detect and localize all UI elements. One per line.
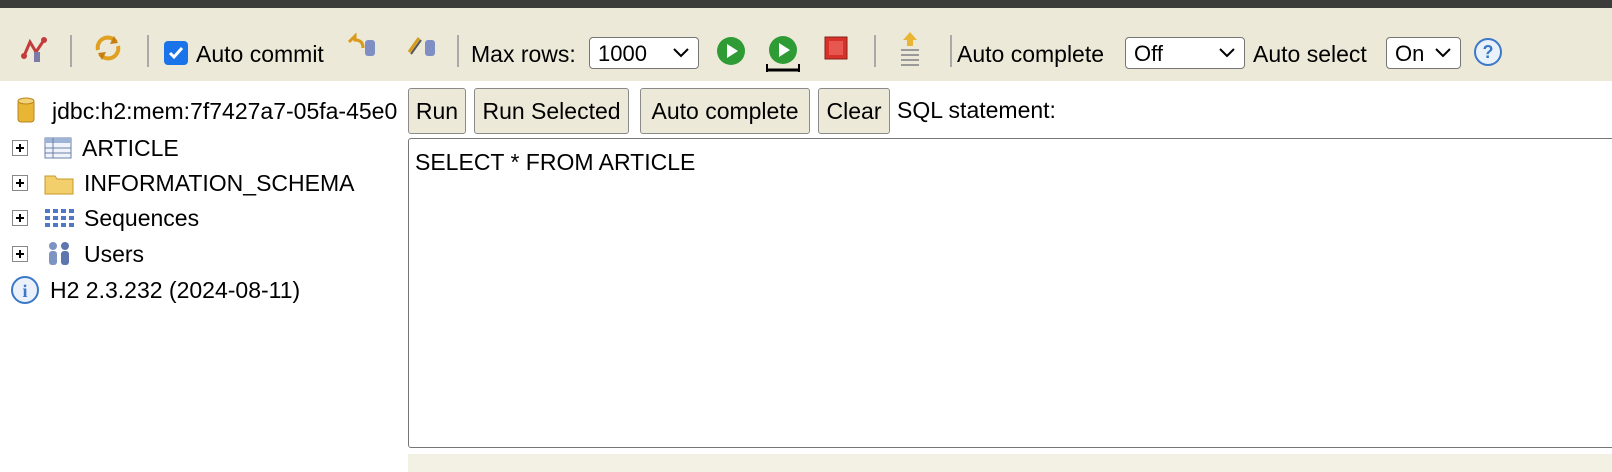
auto-complete-select[interactable]: Off [1125,37,1245,69]
max-rows-value: 1000 [598,41,647,66]
max-rows-label: Max rows: [471,41,576,67]
toolbar: Auto commit Max rows: 1000 Auto complete… [0,8,1612,81]
users-icon [49,242,69,265]
expand-icon[interactable] [12,246,28,262]
schema-tree: jdbc:h2:mem:7f7427a7-05fa-45e0 ARTICLE I… [0,81,400,472]
auto-complete-button[interactable]: Auto complete [640,88,810,134]
chevron-down-icon [673,48,689,58]
chevron-down-icon [1219,48,1235,58]
max-rows-select[interactable]: 1000 [589,37,699,69]
info-icon: i [11,276,39,304]
auto-select-label: Auto select [1253,41,1367,67]
database-icon [17,97,35,123]
folder-icon [44,175,74,195]
sql-editor[interactable]: SELECT * FROM ARTICLE [408,138,1612,448]
tree-connection[interactable]: jdbc:h2:mem:7f7427a7-05fa-45e0 [14,95,397,127]
version-label: H2 2.3.232 (2024-08-11) [50,276,301,303]
auto-select-select[interactable]: On [1386,37,1461,69]
sql-statement-label: SQL statement: [897,97,1056,123]
toolbar-separator [147,35,149,67]
tree-item-label: Users [84,240,145,267]
expand-icon[interactable] [12,140,28,156]
svg-text:?: ? [1483,42,1494,62]
svg-text:i: i [22,281,27,301]
result-area [408,454,1612,472]
run-button[interactable]: Run [408,88,466,134]
toolbar-separator [457,35,459,67]
run-icon[interactable] [714,34,748,68]
tree-item-sequences[interactable]: Sequences [12,202,199,234]
auto-commit-checkbox[interactable] [164,41,188,65]
window-top-strip [0,0,1612,8]
run-selected-button[interactable]: Run Selected [474,88,629,134]
auto-complete-label: Auto complete [957,41,1105,67]
clear-button[interactable]: Clear [818,88,890,134]
tree-item-label: ARTICLE [82,134,179,161]
rollback-icon[interactable] [344,30,380,66]
history-icon[interactable] [893,28,927,72]
chevron-down-icon [1435,48,1451,58]
expand-icon[interactable] [12,210,28,226]
toolbar-separator [874,35,876,67]
tree-item-information-schema[interactable]: INFORMATION_SCHEMA [12,167,354,199]
sequences-icon [45,209,74,227]
connection-url: jdbc:h2:mem:7f7427a7-05fa-45e0 [52,97,398,124]
auto-commit-label: Auto commit [196,41,324,67]
commit-icon[interactable] [404,30,440,66]
tree-item-label: INFORMATION_SCHEMA [84,169,355,196]
expand-icon[interactable] [12,175,28,191]
run-selected-icon[interactable] [763,32,803,76]
tree-item-users[interactable]: Users [12,238,144,270]
toolbar-separator [950,35,952,67]
help-icon[interactable]: ? [1472,36,1504,68]
auto-select-value: On [1395,41,1425,66]
tree-item-article[interactable]: ARTICLE [12,132,179,164]
refresh-icon[interactable] [90,30,126,66]
h2-console-window: Auto commit Max rows: 1000 Auto complete… [0,0,1612,472]
table-icon [44,137,72,159]
auto-complete-value: Off [1134,41,1163,66]
tree-item-label: Sequences [84,204,200,231]
toolbar-separator [70,35,72,67]
disconnect-icon[interactable] [16,30,52,66]
stop-icon[interactable] [820,32,852,64]
tree-version: i H2 2.3.232 (2024-08-11) [10,274,300,306]
